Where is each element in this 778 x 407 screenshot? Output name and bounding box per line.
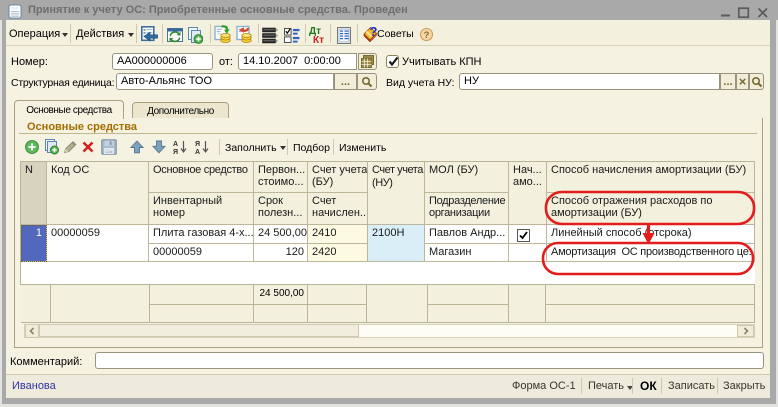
svg-text:Я: Я	[195, 141, 200, 148]
svg-text:А: А	[195, 149, 200, 155]
svg-text:Сох: Сох	[105, 149, 112, 154]
svg-text:Я: Я	[173, 149, 178, 155]
svg-text:?: ?	[424, 30, 430, 41]
svg-text:А: А	[173, 141, 178, 148]
